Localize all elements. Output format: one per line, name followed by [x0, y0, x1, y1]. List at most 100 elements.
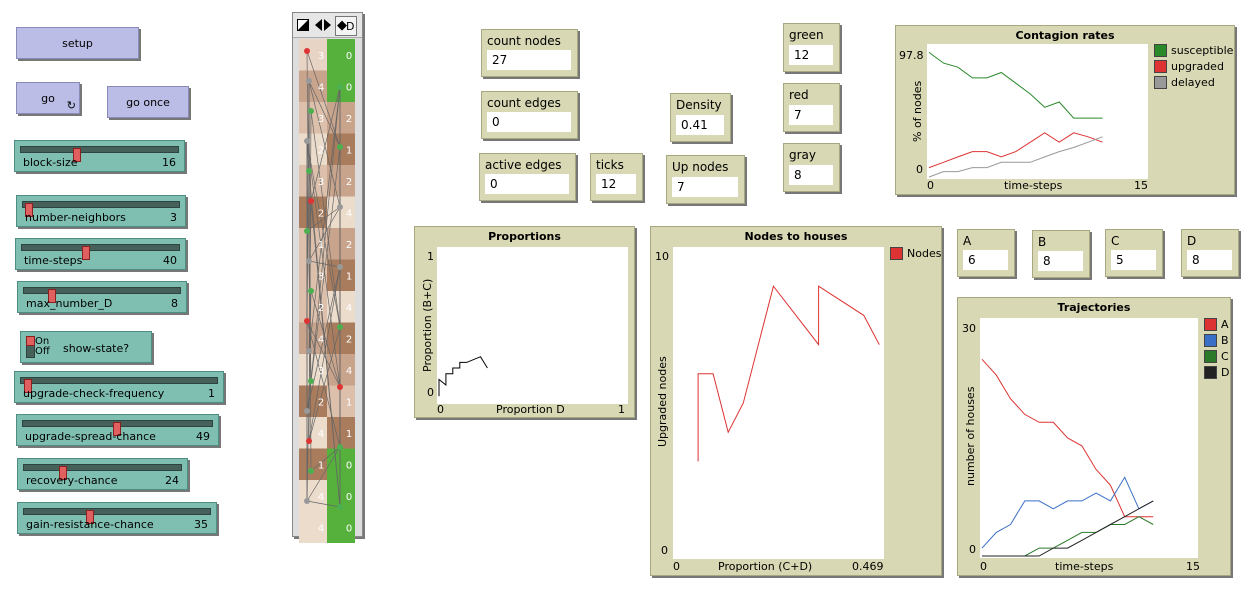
monitor-density: Density 0.41	[670, 93, 731, 142]
network-node	[306, 168, 312, 174]
switch-toggle[interactable]	[26, 336, 35, 358]
speed-arrows-icon[interactable]	[315, 18, 331, 32]
go-label: go	[41, 91, 55, 105]
setup-button[interactable]: setup	[16, 27, 139, 59]
legend-label: susceptible	[1171, 44, 1234, 57]
patch-code-label: 2	[346, 177, 352, 188]
zoom-icon[interactable]	[297, 19, 309, 31]
monitor-ticks: ticks 12	[590, 153, 643, 201]
y-max-label: 97.8	[899, 49, 924, 62]
network-node	[337, 324, 343, 330]
slider-label: number-neighbors	[25, 211, 126, 224]
patch-code-label: 4	[346, 366, 352, 377]
monitor-value: 12	[789, 45, 833, 65]
slider-block-size[interactable]: block-size 16	[14, 140, 185, 172]
monitor-label: D	[1187, 234, 1197, 248]
patch-code-label: 1	[346, 271, 352, 282]
slider-track[interactable]	[23, 287, 181, 303]
network-node	[308, 108, 314, 114]
monitor-value: 5	[1111, 250, 1156, 270]
plot-title: Nodes to houses	[744, 230, 848, 243]
x-axis-label: time-steps	[1055, 560, 1114, 573]
monitor-green: green 12	[783, 23, 840, 72]
slider-value: 35	[194, 518, 208, 531]
legend-label: A	[1221, 318, 1229, 331]
world-canvas[interactable]: 3 0 4 0 3 2 2 1 3 2 2 4 1 2 3 1 2 4 4 2 3 4 2 1 4 1 1 0 4 0 4 0	[299, 39, 355, 543]
slider-track[interactable]	[23, 508, 211, 524]
slider-value: 49	[196, 430, 210, 443]
network-node	[308, 198, 314, 204]
slider-track[interactable]	[21, 244, 180, 260]
monitor-label: active edges	[485, 158, 562, 172]
slider-track[interactable]	[22, 420, 213, 436]
monitor-value: 27	[487, 50, 571, 70]
patch-code-label: 1	[346, 429, 352, 440]
slider-track[interactable]	[23, 464, 182, 480]
slider-label: time-steps	[24, 254, 83, 267]
patch-code-label: 4	[318, 334, 324, 345]
legend-item: upgraded	[1154, 60, 1224, 73]
patch-code-label: 4	[318, 492, 324, 503]
slider-value: 24	[165, 474, 179, 487]
monitor-label: Density	[676, 98, 722, 112]
view-mode-button[interactable]: ◆ D	[335, 16, 357, 36]
monitor-value: 7	[789, 105, 833, 125]
monitor-label: C	[1111, 234, 1120, 248]
world-view[interactable]: ◆ D 3 0 4 0 3 2 2 1 3 2 2 4 1 2 3 1 2 4 4 2 3 4 2 1 4 1 1 0 4 0 4 0	[292, 12, 363, 543]
slider-value: 8	[171, 297, 178, 310]
patch-code-label: 0	[346, 492, 352, 503]
network-node	[304, 48, 310, 54]
forever-icon: ↻	[66, 99, 76, 112]
slider-upgrade-spread-chance[interactable]: upgrade-spread-chance 49	[16, 414, 219, 446]
monitor-gray: gray 8	[783, 143, 840, 192]
monitor-value: 8	[1038, 251, 1083, 271]
slider-time-steps[interactable]: time-steps 40	[15, 238, 186, 270]
monitor-label: ticks	[596, 158, 624, 172]
plot-trajectories: Trajectories 30 0 0 15 time-steps number…	[957, 297, 1231, 576]
slider-max-number-d[interactable]: max_number_D 8	[17, 281, 187, 313]
legend-item: D	[1204, 366, 1229, 379]
show-state-switch[interactable]: On Off show-state?	[20, 331, 152, 363]
slider-recovery-chance[interactable]: recovery-chance 24	[17, 458, 188, 490]
slider-number-neighbors[interactable]: number-neighbors 3	[16, 195, 186, 227]
slider-track[interactable]	[20, 377, 218, 393]
monitor-value: 12	[596, 174, 636, 194]
slider-knob[interactable]	[81, 246, 90, 260]
patch-code-label: 2	[318, 145, 324, 156]
y-axis-label: Upgraded nodes	[656, 356, 669, 447]
x-max-label: 1	[618, 403, 625, 416]
monitor-label: B	[1038, 235, 1047, 249]
monitor-value: 0	[487, 112, 571, 132]
x-axis-label: Proportion (C+D)	[718, 560, 813, 573]
legend-label: C	[1221, 350, 1229, 363]
network-node	[304, 228, 310, 234]
patch-code-label: 1	[318, 460, 324, 471]
slider-gain-resistance-chance[interactable]: gain-resistance-chance 35	[17, 502, 217, 534]
network-node	[304, 498, 310, 504]
network-node	[308, 288, 314, 294]
legend-label: B	[1221, 334, 1229, 347]
x-max-label: 0.469	[852, 560, 884, 573]
legend-swatch	[1154, 76, 1167, 89]
monitor-value: 8	[789, 165, 833, 185]
plot-area	[673, 247, 884, 559]
series-line-0	[438, 356, 488, 397]
slider-label: max_number_D	[26, 297, 113, 310]
monitor-label: green	[789, 28, 824, 42]
monitor-label: A	[963, 234, 972, 248]
series-line-D	[982, 500, 1154, 557]
y-axis-label: number of houses	[964, 386, 977, 486]
network-node	[306, 438, 312, 444]
slider-track[interactable]	[22, 201, 180, 217]
monitor-count-nodes: count nodes 27	[481, 29, 578, 77]
patch-code-label: 4	[318, 82, 324, 93]
series-line-C	[982, 516, 1154, 557]
slider-track[interactable]	[20, 146, 179, 162]
monitor-value: 6	[963, 250, 1008, 270]
x-min-label: 0	[980, 560, 987, 573]
go-once-button[interactable]: go once	[107, 86, 189, 118]
network-node	[304, 138, 310, 144]
go-button[interactable]: go ↻	[16, 82, 80, 114]
slider-upgrade-check-frequency[interactable]: upgrade-check-frequency 1	[14, 371, 224, 403]
legend-label: D	[1221, 366, 1230, 379]
